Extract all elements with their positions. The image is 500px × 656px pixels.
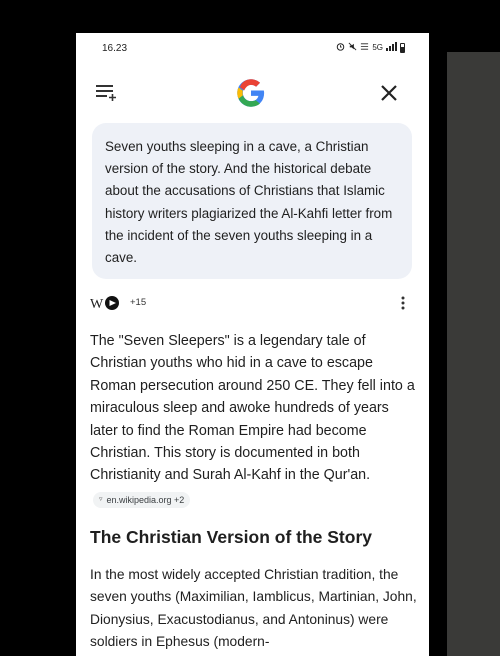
source-logo-letter: W <box>90 297 104 311</box>
section-heading: The Christian Version of the Story <box>90 527 372 547</box>
battery-icon <box>400 42 405 53</box>
query-bubble: Seven youths sleeping in a cave, a Chris… <box>92 123 412 279</box>
link-icon: ▿ <box>99 495 103 503</box>
status-time: 16.23 <box>102 43 128 54</box>
source-count[interactable]: +15 <box>130 297 146 308</box>
source-logo: W <box>90 296 119 311</box>
source-row[interactable]: W +15 <box>90 295 410 313</box>
status-bar: 16.23 5G <box>76 33 429 61</box>
answer-text: The "Seven Sleepers" is a legendary tale… <box>90 333 415 484</box>
status-icons: 5G <box>336 42 405 53</box>
more-vert-icon[interactable] <box>400 295 406 311</box>
network-label: 5G <box>372 43 383 52</box>
volte-icon <box>360 42 369 53</box>
mute-icon <box>348 42 357 53</box>
alarm-icon <box>336 42 345 53</box>
phone-screen: 16.23 5G Seven youths sleeping in a cave… <box>76 33 429 656</box>
background-window-edge <box>447 52 500 656</box>
citation-chip[interactable]: ▿ en.wikipedia.org +2 <box>93 492 191 509</box>
citation-label: en.wikipedia.org +2 <box>106 494 185 505</box>
section-body: In the most widely accepted Christian tr… <box>90 567 417 650</box>
close-icon[interactable] <box>378 82 400 104</box>
google-logo[interactable] <box>236 78 266 108</box>
toolbar <box>76 73 429 113</box>
menu-icon[interactable] <box>95 83 117 103</box>
signal-icon <box>386 42 397 53</box>
answer-paragraph: The "Seven Sleepers" is a legendary tale… <box>90 330 420 509</box>
